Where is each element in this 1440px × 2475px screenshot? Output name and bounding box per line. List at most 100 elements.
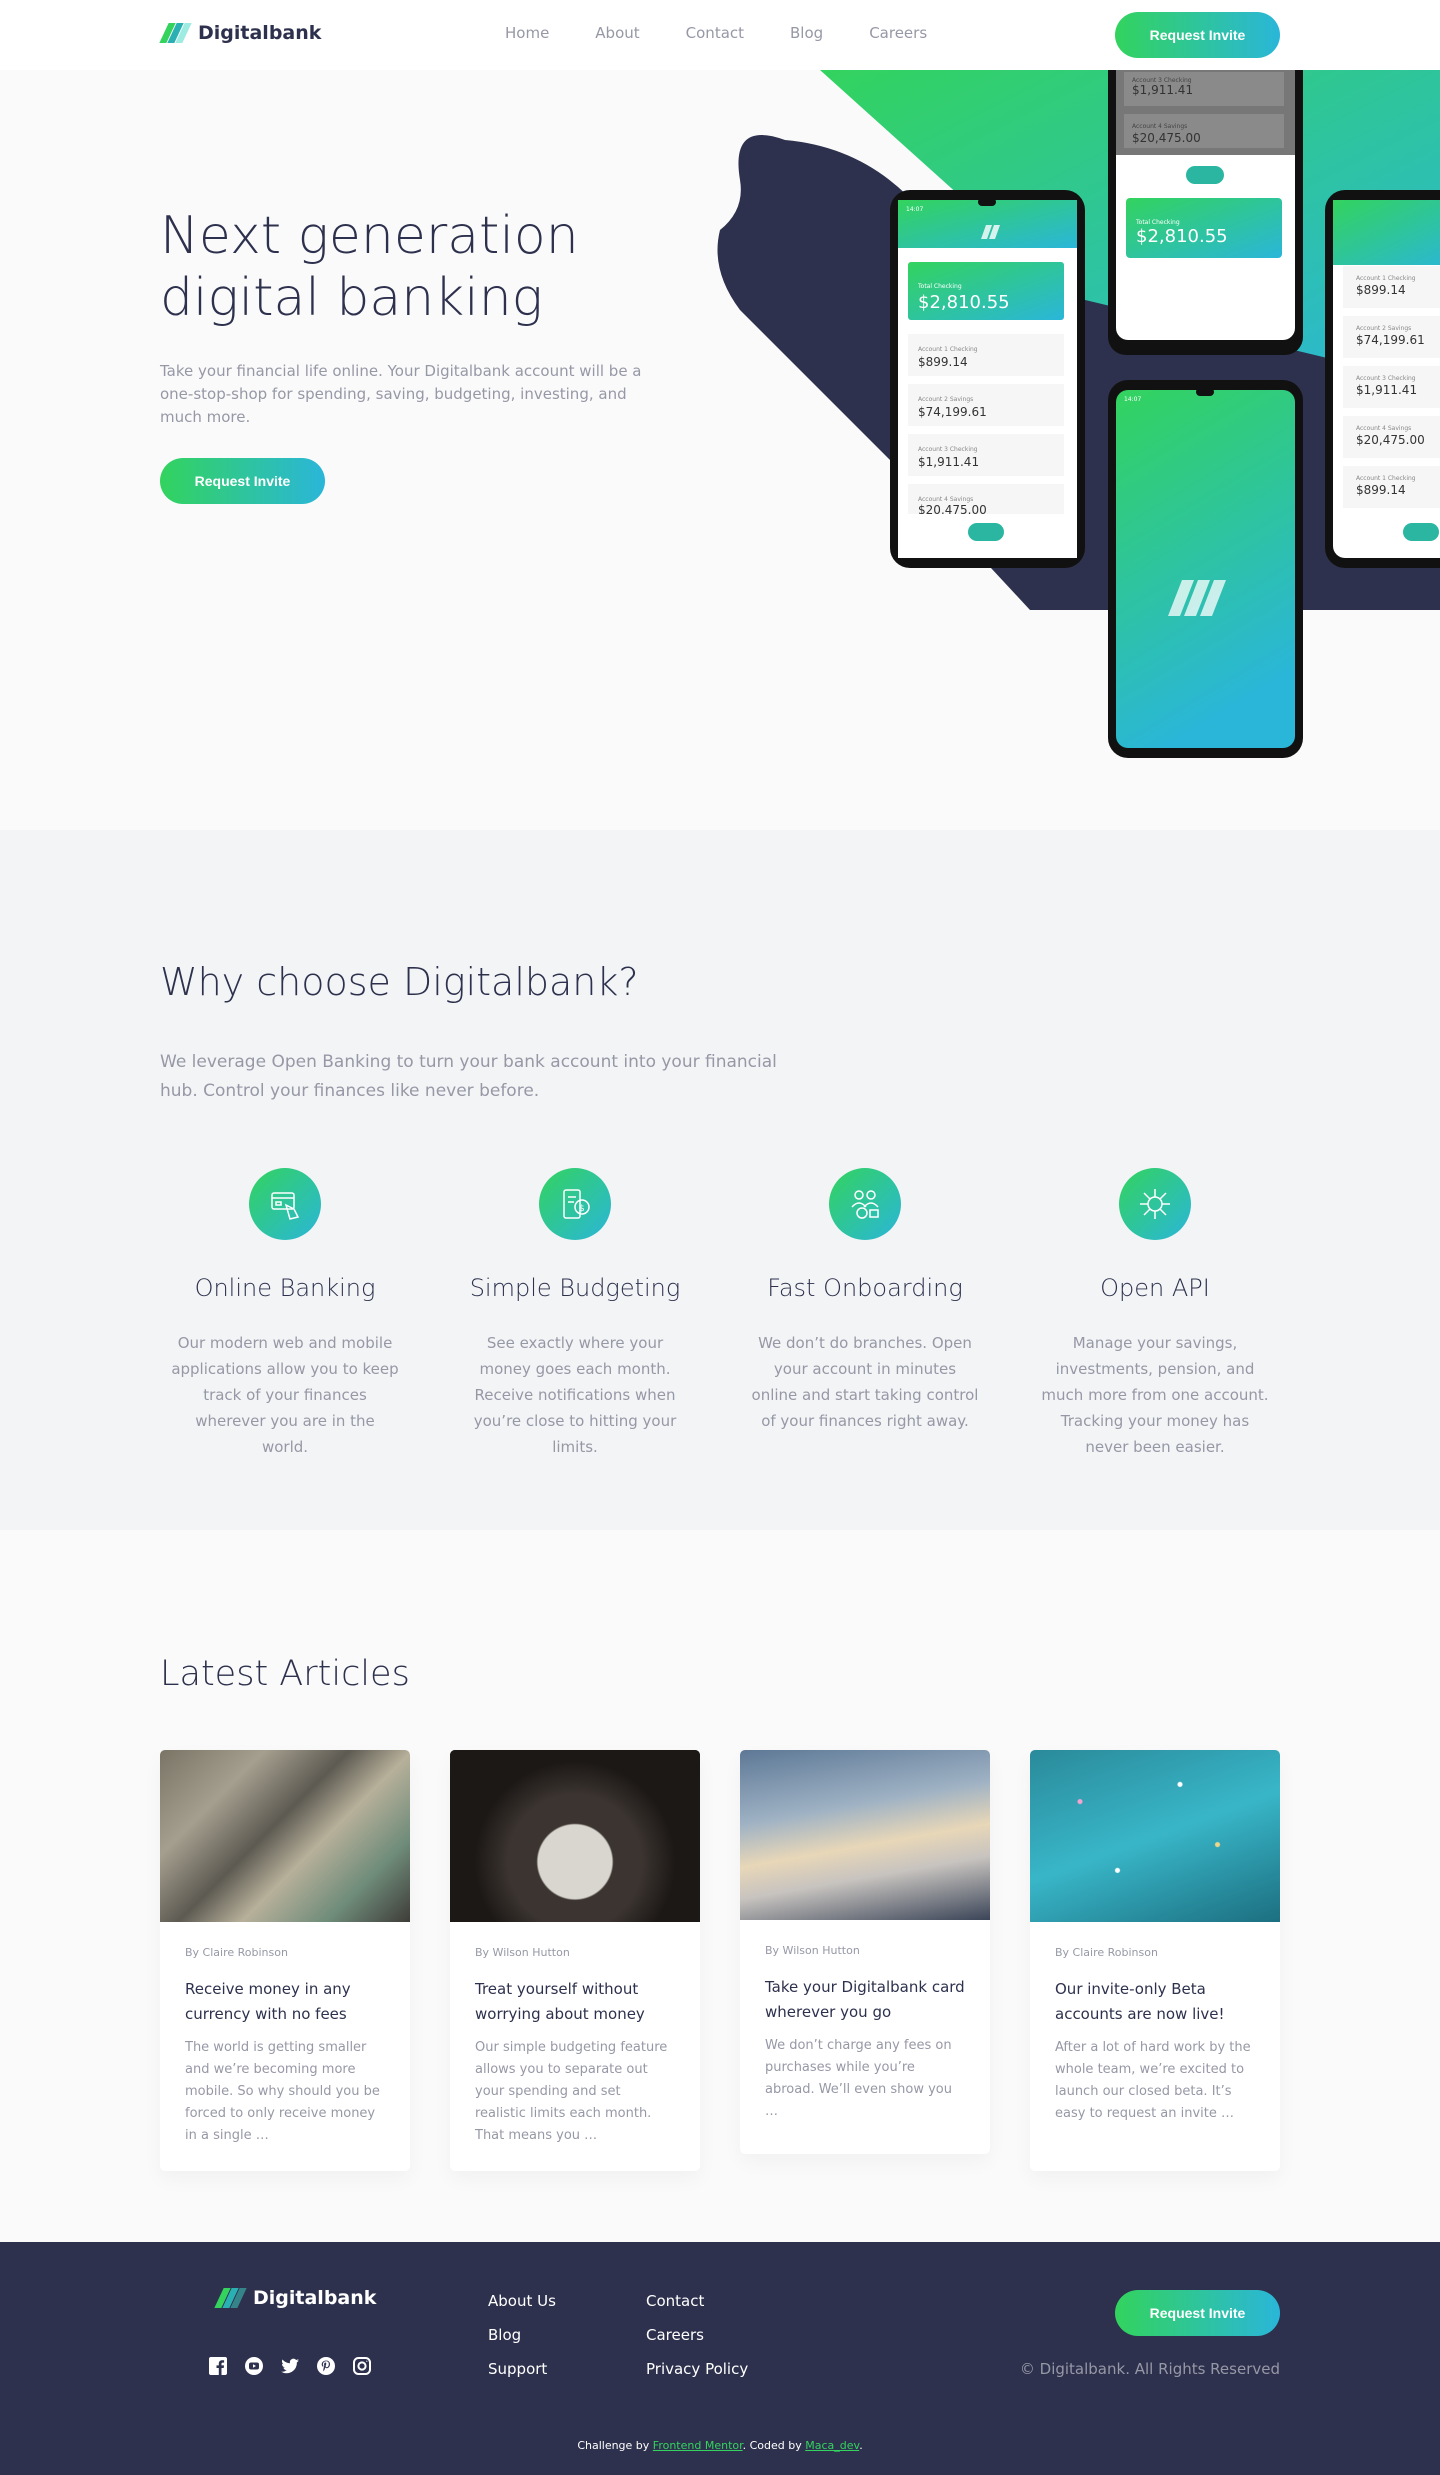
article-card[interactable]: By Wilson Hutton Take your Digitalbank c… [740,1750,990,2154]
article-card[interactable]: By Wilson Hutton Treat yourself without … [450,1750,700,2171]
phone-right-acc1-label: Account 1 Checking [1356,275,1416,282]
article-author: By Claire Robinson [185,1946,288,1959]
feature-title: Online Banking [194,1274,376,1302]
instagram-icon[interactable] [352,2356,372,2376]
phone-top-acc4-label: Account 4 Savings [1132,123,1187,130]
article-author: By Claire Robinson [1055,1946,1158,1959]
nav-contact[interactable]: Contact [686,24,744,42]
copyright: © Digitalbank. All Rights Reserved [1019,2360,1280,2378]
article-excerpt: The world is getting smaller and we’re b… [185,2040,380,2143]
nav-about[interactable]: About [595,24,639,42]
main-nav: Home About Contact Blog Careers [505,24,973,42]
phone-right-acc4-label: Account 4 Savings [1356,425,1411,432]
article-cards: By Claire Robinson Receive money in any … [160,1750,1280,2171]
phone-top-acc4-value: $20,475.00 [1132,131,1201,145]
brand-logo[interactable]: Digitalbank [159,22,321,44]
twitter-icon[interactable] [280,2356,300,2376]
feature-text: Manage your savings, investments, pensio… [1041,1334,1269,1456]
feature-title: Fast Onboarding [767,1274,963,1302]
logo-mark-icon [159,23,192,43]
site-header: Digitalbank Home About Contact Blog Care… [0,0,1440,70]
footer-link-contact[interactable]: Contact [646,2290,748,2312]
budgeting-icon: $ [539,1168,611,1240]
article-image-plane [740,1750,990,1920]
articles-section: Latest Articles By Claire Robinson Recei… [0,1530,1440,2242]
api-icon [1119,1168,1191,1240]
pinterest-icon[interactable] [316,2356,336,2376]
phone-left-acc2-label: Account 2 Savings [918,396,973,403]
phone-right: Account 1 Checking $899.14 Account 2 Sav… [1325,190,1440,568]
feature-fast-onboarding: Fast Onboarding We don’t do branches. Op… [740,1168,990,1460]
phone-left-acc3-label: Account 3 Checking [918,446,978,453]
phone-splash: 14:07 [1108,380,1303,758]
why-title: Why choose Digitalbank? [160,960,639,1004]
feature-simple-budgeting: $ Simple Budgeting See exactly where you… [450,1168,700,1460]
phone-top-total: $2,810.55 [1136,226,1228,247]
attribution: Challenge by Frontend Mentor. Coded by M… [0,2439,1440,2452]
feature-text: See exactly where your money goes each m… [473,1334,677,1456]
header-request-invite-button[interactable]: Request Invite [1115,12,1280,58]
why-section: Why choose Digitalbank? We leverage Open… [0,830,1440,1530]
phone-left-acc3-value: $1,911.41 [918,455,979,469]
article-title[interactable]: Treat yourself without worrying about mo… [475,1977,675,2027]
attribution-prefix: Challenge by [577,2439,653,2452]
youtube-icon[interactable] [244,2356,264,2376]
phone-right-acc4-value: $20,475.00 [1356,433,1425,447]
feature-text: Our modern web and mobile applications a… [171,1334,399,1456]
phone-left-acc2-value: $74,199.61 [918,405,987,419]
article-title[interactable]: Take your Digitalbank card wherever you … [765,1975,965,2025]
footer-brand-name: Digitalbank [253,2287,377,2309]
svg-text:$: $ [579,1204,585,1214]
footer-link-privacy-policy[interactable]: Privacy Policy [646,2358,748,2380]
article-card[interactable]: By Claire Robinson Receive money in any … [160,1750,410,2171]
phone-right-acc3-label: Account 3 Checking [1356,375,1416,382]
footer-link-support[interactable]: Support [488,2358,556,2380]
feature-title: Open API [1100,1274,1210,1302]
phone-left-total: $2,810.55 [918,292,1010,313]
attribution-mentor-link[interactable]: Frontend Mentor [653,2439,743,2452]
footer-link-about-us[interactable]: About Us [488,2290,556,2312]
hero-section: Next generation digital banking Take you… [0,70,1440,830]
feature-open-api: Open API Manage your savings, investment… [1030,1168,1280,1460]
hero-request-invite-button[interactable]: Request Invite [160,458,325,504]
social-links [208,2356,372,2376]
phone-right-acc2-value: $74,199.61 [1356,333,1425,347]
facebook-icon[interactable] [208,2356,228,2376]
nav-home[interactable]: Home [505,24,549,42]
phone-left: 14:07 Total Checking $2,810.55 Account 1… [890,190,1085,568]
article-card[interactable]: By Claire Robinson Our invite-only Beta … [1030,1750,1280,2171]
footer-links-col2: Contact Careers Privacy Policy [646,2290,748,2380]
hero-text: Take your financial life online. Your Di… [160,362,642,426]
feature-title: Simple Budgeting [469,1274,681,1302]
attribution-suffix: . [859,2439,863,2452]
site-footer: Digitalbank About Us Blog Support Contac… [0,2242,1440,2475]
article-title[interactable]: Receive money in any currency with no fe… [185,1977,385,2027]
features-grid: Online Banking Our modern web and mobile… [160,1168,1280,1460]
article-image-restaurant [450,1750,700,1922]
hero-mockups-illustration: Account 3 Checking $1,911.41 Account 4 S… [717,70,1440,758]
nav-careers[interactable]: Careers [869,24,927,42]
nav-blog[interactable]: Blog [790,24,823,42]
phone-top: Account 3 Checking $1,911.41 Account 4 S… [1108,70,1303,355]
article-author: By Wilson Hutton [765,1944,860,1957]
attribution-author-link[interactable]: Maca_dev [805,2439,859,2452]
footer-link-blog[interactable]: Blog [488,2324,556,2346]
feature-online-banking: Online Banking Our modern web and mobile… [160,1168,410,1460]
article-excerpt: We don’t charge any fees on purchases wh… [765,2038,952,2119]
article-title[interactable]: Our invite-only Beta accounts are now li… [1055,1977,1255,2027]
phone-left-time: 14:07 [906,206,923,213]
footer-request-invite-button[interactable]: Request Invite [1115,2290,1280,2336]
article-author: By Wilson Hutton [475,1946,570,1959]
phone-left-total-label: Total Checking [917,283,962,290]
phone-right-acc5-label: Account 1 Checking [1356,475,1416,482]
phone-left-acc4-label: Account 4 Savings [918,496,973,503]
phone-left-acc1-label: Account 1 Checking [918,346,978,353]
online-banking-icon [249,1168,321,1240]
footer-brand-logo[interactable]: Digitalbank [214,2287,377,2309]
footer-link-careers[interactable]: Careers [646,2324,748,2346]
articles-title: Latest Articles [160,1654,410,1694]
phone-splash-time: 14:07 [1124,396,1141,403]
phone-right-acc2-label: Account 2 Savings [1356,325,1411,332]
phone-left-acc1-value: $899.14 [918,355,968,369]
phone-top-acc3-value: $1,911.41 [1132,83,1193,97]
